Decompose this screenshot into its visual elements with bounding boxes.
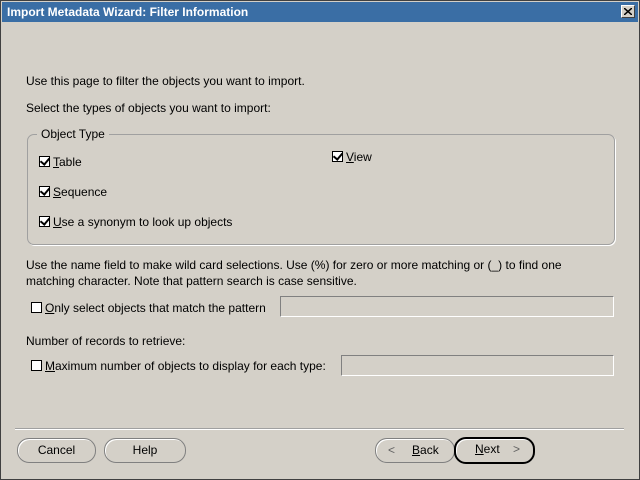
table-checkbox[interactable] [39,156,50,167]
max-objects-input[interactable] [341,355,614,376]
select-types-text: Select the types of objects you want to … [26,101,271,115]
separator [15,428,624,430]
next-button[interactable]: Next > [454,437,535,464]
pattern-help-line2: matching character. Note that pattern se… [26,274,357,288]
pattern-help-line1: Use the name field to make wild card sel… [26,258,562,272]
chevron-left-icon: < [388,443,396,457]
sequence-label[interactable]: Sequence [53,185,107,199]
max-objects-checkbox[interactable] [31,360,42,371]
help-button[interactable]: Help [104,438,186,463]
next-button-label: Next [475,442,500,456]
window-title: Import Metadata Wizard: Filter Informati… [7,5,249,19]
pattern-checkbox[interactable] [31,302,42,313]
pattern-input[interactable] [280,296,614,317]
back-button-label: Back [412,443,439,457]
title-bar[interactable]: Import Metadata Wizard: Filter Informati… [2,2,638,22]
back-button[interactable]: < Back [375,438,455,463]
chevron-right-icon: > [513,442,521,456]
close-button[interactable] [621,5,635,18]
records-label: Number of records to retrieve: [26,334,186,348]
close-icon [624,8,632,15]
object-type-legend: Object Type [37,127,109,141]
synonym-label[interactable]: Use a synonym to look up objects [53,215,232,229]
intro-text: Use this page to filter the objects you … [26,74,305,88]
cancel-button[interactable]: Cancel [17,438,96,463]
sequence-checkbox[interactable] [39,186,50,197]
view-label[interactable]: View [346,150,372,164]
pattern-label[interactable]: Only select objects that match the patte… [45,301,266,315]
max-objects-label[interactable]: Maximum number of objects to display for… [45,359,326,373]
synonym-checkbox[interactable] [39,216,50,227]
view-checkbox[interactable] [332,151,343,162]
table-label[interactable]: Table [53,155,82,169]
